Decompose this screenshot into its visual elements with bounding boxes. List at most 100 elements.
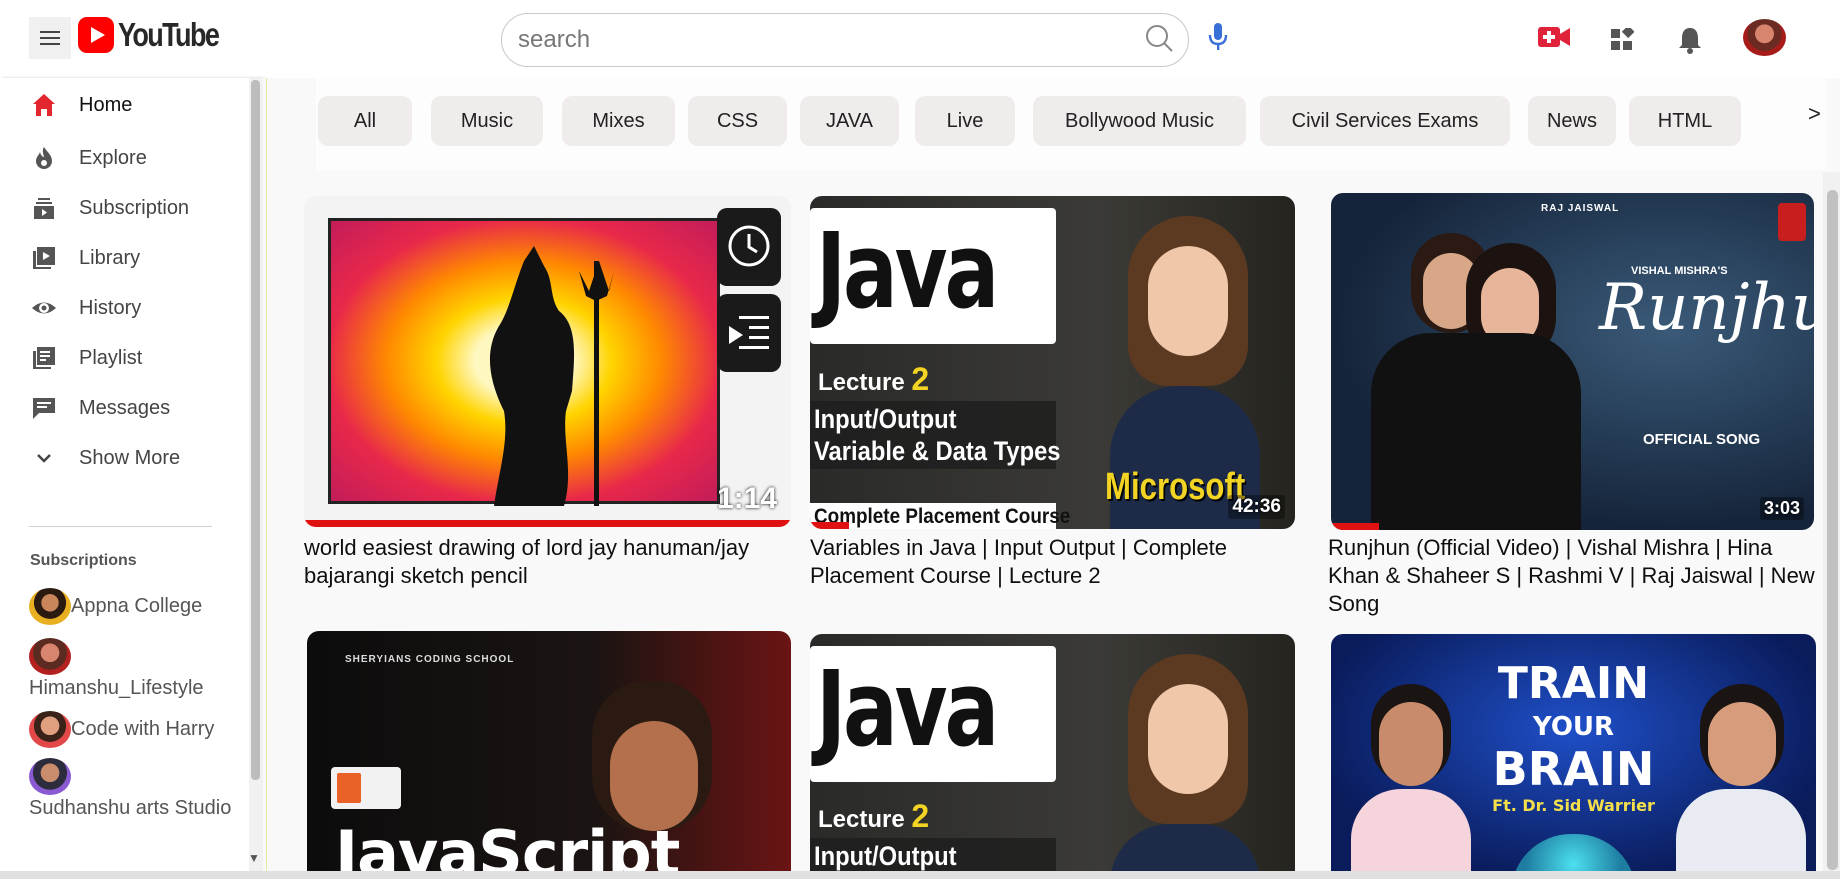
video-title[interactable]: Runjhun (Official Video) | Vishal Mishra… [1328, 534, 1818, 618]
subscription-name: Himanshu_Lifestyle [29, 677, 204, 699]
thumb-big-text: Java [816, 648, 999, 770]
watch-progress-bar [810, 522, 849, 529]
html5-badge-icon [331, 767, 401, 809]
chip-css[interactable]: CSS [688, 96, 787, 146]
notifications-icon[interactable] [1677, 26, 1703, 54]
chip-mixes[interactable]: Mixes [562, 96, 675, 146]
chips-next-button[interactable]: > [1808, 101, 1821, 127]
messages-icon [33, 398, 55, 419]
thumb-headline: TRAIN YOUR BRAIN Ft. Dr. Sid Warrier [1331, 662, 1816, 814]
sidebar-item-label: Home [79, 93, 133, 116]
subscription-icon [34, 198, 54, 219]
thumb-school: SHERYIANS CODING SCHOOL [345, 654, 515, 665]
menu-button[interactable] [29, 17, 71, 59]
subscription-name: Sudhanshu arts Studio [29, 797, 232, 819]
sidebar-item-explore[interactable]: Explore [29, 138, 147, 178]
subscription-appna-college[interactable]: Appna College [29, 588, 202, 625]
sidebar-item-label: Playlist [79, 346, 143, 369]
thumb-lecture: Lecture 2 [818, 798, 929, 835]
sidebar: Home Explore Subscription Library Histor… [0, 78, 263, 879]
thumb-caption: Input/Output Variable & Data Types [814, 403, 1061, 467]
thumb-line1: Input/Output [814, 404, 957, 434]
chip-news[interactable]: News [1528, 96, 1616, 146]
sidebar-item-label: Library [79, 246, 141, 269]
clock-icon [728, 225, 770, 267]
video-thumbnail[interactable]: RAJ JAISWAL VISHAL MISHRA'S Runjhun OFFI… [1331, 193, 1814, 530]
main-scrollbar-thumb[interactable] [1827, 190, 1838, 870]
library-icon [33, 247, 55, 269]
channel-logo-icon [1778, 203, 1806, 241]
chip-bollywood-music[interactable]: Bollywood Music [1033, 96, 1246, 146]
thumb-lecture-label: Lecture [818, 369, 905, 396]
subscription-code-with-harry[interactable]: Code with Harry [29, 711, 214, 748]
thumb-footer: Complete Placement Course [814, 505, 1071, 528]
thumb-line2: Variable & Data Types [814, 436, 1061, 466]
thumb-lecture: Lecture 2 [818, 361, 929, 398]
watch-later-button[interactable] [717, 208, 781, 286]
sidebar-item-subscription[interactable]: Subscription [29, 188, 189, 228]
sidebar-item-messages[interactable]: Messages [29, 388, 170, 428]
mic-icon[interactable] [1207, 22, 1229, 52]
subscription-name: Code with Harry [71, 717, 215, 740]
sidebar-item-label: History [79, 296, 142, 319]
sidebar-scrollbar-thumb[interactable] [251, 80, 260, 780]
avatar [29, 638, 71, 675]
chip-music[interactable]: Music [431, 96, 543, 146]
sidebar-item-library[interactable]: Library [29, 238, 140, 278]
user-avatar[interactable] [1743, 19, 1786, 56]
logo-text: YouTube [118, 16, 220, 53]
thumb-brand: Microsoft [1105, 466, 1246, 508]
thumb-line2: YOUR [1532, 712, 1615, 742]
search-box[interactable] [501, 13, 1189, 67]
subscription-sudhanshu-arts-studio[interactable]: Sudhanshu arts Studio [29, 758, 231, 820]
sidebar-divider [29, 526, 212, 527]
apps-icon[interactable] [1610, 28, 1634, 52]
sidebar-item-playlist[interactable]: Playlist [29, 338, 142, 378]
thumb-lecture-label: Lecture [818, 806, 905, 833]
menu-icon [40, 31, 60, 45]
sidebar-item-home[interactable]: Home [29, 85, 132, 125]
video-title[interactable]: world easiest drawing of lord jay hanuma… [304, 534, 796, 590]
video-title[interactable]: Variables in Java | Input Output | Compl… [810, 534, 1300, 590]
youtube-logo[interactable]: YouTube [78, 16, 240, 54]
sidebar-item-show-more[interactable]: Show More [29, 438, 180, 478]
video-thumbnail[interactable]: Java Lecture 2 Input/Output Variable & Da… [810, 196, 1295, 529]
thumb-line1: TRAIN [1497, 658, 1650, 709]
playlist-icon [33, 347, 55, 369]
horizontal-scrollbar[interactable] [0, 871, 1840, 879]
subscription-himanshu-lifestyle[interactable]: Himanshu_Lifestyle [29, 638, 204, 700]
thumb-lecture-number: 2 [911, 361, 930, 397]
thumb-subtitle: Ft. Dr. Sid Warrier [1492, 796, 1655, 815]
scroll-down-arrow-icon[interactable]: ▼ [248, 851, 260, 865]
chip-java[interactable]: JAVA [800, 96, 899, 146]
presenter-photo [1110, 654, 1260, 871]
chip-live[interactable]: Live [915, 96, 1015, 146]
thumb-script-title: Runjhun [1599, 271, 1814, 345]
video-thumbnail[interactable]: TRAIN YOUR BRAIN Ft. Dr. Sid Warrier [1331, 634, 1816, 871]
thumb-lecture-number: 2 [911, 798, 930, 834]
sidebar-item-label: Explore [79, 146, 147, 169]
sidebar-item-history[interactable]: History [29, 288, 141, 328]
home-icon [33, 94, 55, 116]
add-to-queue-button[interactable] [717, 294, 781, 372]
search-input[interactable] [518, 26, 1118, 54]
thumb-top-text: RAJ JAISWAL [1541, 203, 1620, 214]
video-thumbnail[interactable]: Java Lecture 2 Input/Output [810, 634, 1295, 871]
video-duration: 3:03 [1759, 497, 1804, 520]
queue-icon [729, 316, 769, 349]
chip-all[interactable]: All [318, 96, 412, 146]
history-icon [32, 302, 56, 314]
youtube-play-icon [78, 17, 114, 53]
watch-progress-bar [304, 520, 791, 527]
chevron-down-icon [37, 454, 51, 463]
watch-progress-bar [1331, 523, 1380, 530]
avatar [29, 588, 71, 625]
search-icon[interactable] [1144, 24, 1174, 54]
video-thumbnail[interactable]: 1:14 [304, 196, 791, 527]
thumb-big-text: Java [816, 210, 999, 332]
video-thumbnail[interactable]: SHERYIANS CODING SCHOOL JavaScript [307, 631, 791, 871]
chip-html[interactable]: HTML [1629, 96, 1741, 146]
create-video-icon[interactable] [1537, 22, 1571, 52]
chip-civil-services-exams[interactable]: Civil Services Exams [1260, 96, 1510, 146]
sidebar-item-label: Show More [79, 446, 181, 469]
